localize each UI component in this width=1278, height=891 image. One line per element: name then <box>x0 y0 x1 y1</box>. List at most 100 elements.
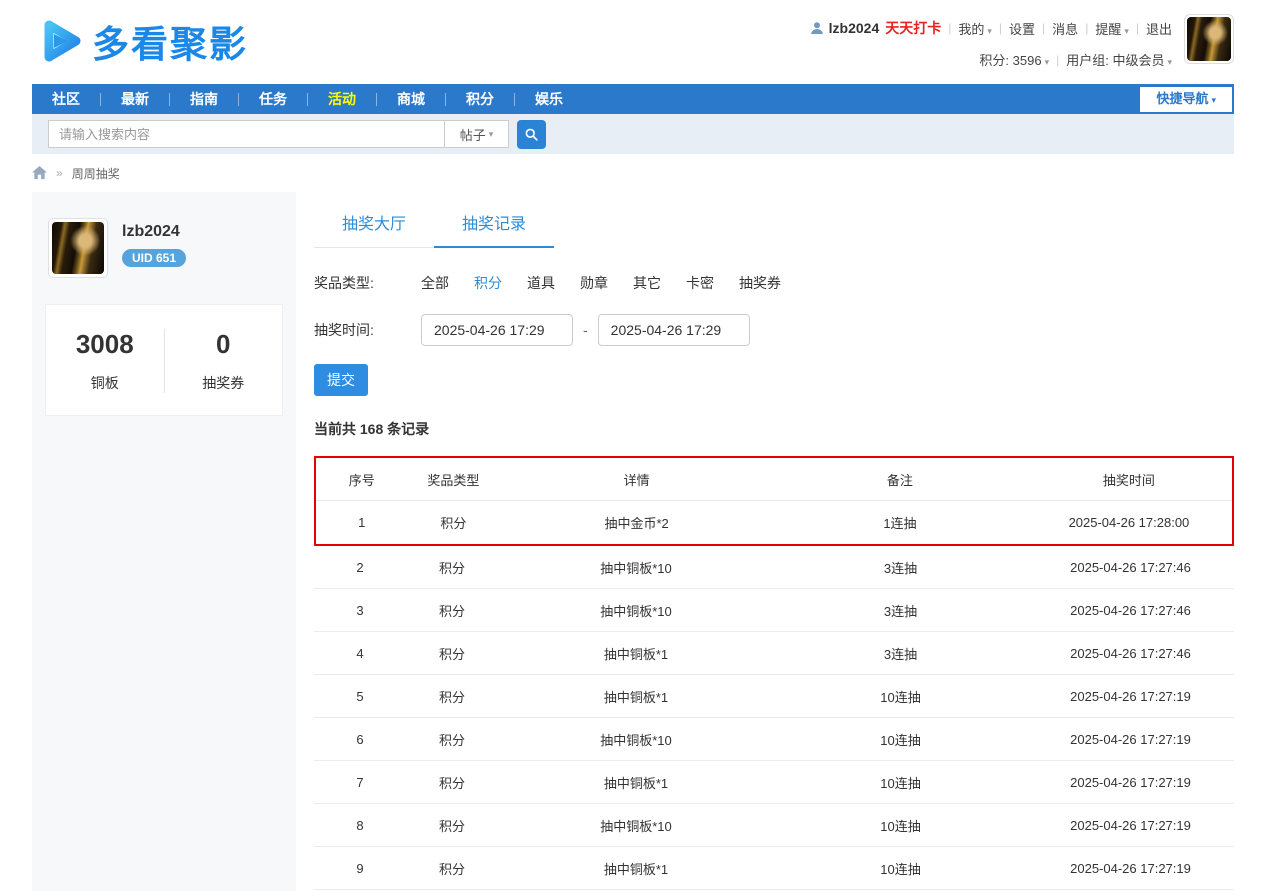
user-icon <box>810 21 824 35</box>
stats-card: 3008 铜板 0 抽奖券 <box>45 304 283 416</box>
filter-option-cardkey[interactable]: 卡密 <box>686 273 714 293</box>
table-row: 6积分抽中铜板*1010连抽2025-04-26 17:27:19 <box>314 718 1234 761</box>
cell: 2025-04-26 17:27:46 <box>1027 560 1234 575</box>
table-header-detail: 详情 <box>499 470 774 489</box>
nav-item-mall[interactable]: 商城 <box>377 84 445 114</box>
main-navbar: 社区最新指南任务活动商城积分娱乐 快捷导航▾ <box>32 84 1234 114</box>
chevron-down-icon: ▾ <box>1167 57 1172 67</box>
submit-button[interactable]: 提交 <box>314 364 368 396</box>
cell: 10连抽 <box>774 730 1027 749</box>
profile-info: lzb2024 UID 651 <box>122 218 186 278</box>
cell: 2025-04-26 17:27:19 <box>1027 861 1234 876</box>
chevron-down-icon: ▾ <box>1211 95 1216 105</box>
cell: 抽中铜板*10 <box>498 816 774 835</box>
menu-item-messages[interactable]: 消息 <box>1052 19 1078 38</box>
logo-text: 多看聚影 <box>92 14 248 68</box>
tabs: 抽奖大厅 抽奖记录 <box>314 204 554 248</box>
filter-option-medals[interactable]: 勋章 <box>580 273 608 293</box>
nav-item-credits[interactable]: 积分 <box>446 84 514 114</box>
sidebar-avatar[interactable] <box>48 218 108 278</box>
cell: 2025-04-26 17:28:00 <box>1026 515 1232 530</box>
table-header-index: 序号 <box>316 470 408 489</box>
menu-item-settings[interactable]: 设置 <box>1009 19 1035 38</box>
usergroup-dropdown[interactable]: 用户组: 中级会员▾ <box>1066 50 1172 69</box>
table-row: 8积分抽中铜板*1010连抽2025-04-26 17:27:19 <box>314 804 1234 847</box>
filter-option-all[interactable]: 全部 <box>421 273 449 293</box>
cell: 积分 <box>408 513 500 532</box>
nav-item-community[interactable]: 社区 <box>32 84 100 114</box>
cell: 2025-04-26 17:27:19 <box>1027 732 1234 747</box>
table-header-row: 序号奖品类型详情备注抽奖时间 <box>316 458 1232 501</box>
nav-items: 社区最新指南任务活动商城积分娱乐 <box>32 84 583 114</box>
draw-time-filter: 抽奖时间: - <box>314 314 1234 346</box>
header-avatar[interactable] <box>1184 14 1234 64</box>
usergroup-value: 用户组: 中级会员 <box>1066 53 1164 68</box>
cell: 抽中铜板*10 <box>498 601 774 620</box>
table-row: 1积分抽中金币*21连抽2025-04-26 17:28:00 <box>316 501 1232 544</box>
site-header: 多看聚影 lzb2024 天天打卡 | 我的▾ | 设置 | 消息 | 提醒▾ | 退出 积分: … <box>32 0 1234 84</box>
cell: 2025-04-26 17:27:19 <box>1027 775 1234 790</box>
cell: 7 <box>314 775 406 790</box>
username-link[interactable]: lzb2024 <box>829 20 880 36</box>
tab-lottery-records[interactable]: 抽奖记录 <box>434 204 554 247</box>
cell: 6 <box>314 732 406 747</box>
credits-dropdown[interactable]: 积分: 3596▾ <box>979 50 1049 69</box>
prize-type-label: 奖品类型: <box>314 273 421 293</box>
cell: 2025-04-26 17:27:46 <box>1027 646 1234 661</box>
cell: 3连抽 <box>774 558 1027 577</box>
menu-divider: | <box>948 21 951 35</box>
time-to-input[interactable] <box>598 314 750 346</box>
user-meta: 积分: 3596▾ | 用户组: 中级会员▾ <box>810 50 1172 69</box>
menu-divider: | <box>1136 21 1139 35</box>
cell: 积分 <box>406 687 498 706</box>
menu-item-notifications[interactable]: 提醒▾ <box>1095 19 1129 38</box>
site-logo[interactable]: 多看聚影 <box>32 13 248 69</box>
cell: 4 <box>314 646 406 661</box>
filter-option-props[interactable]: 道具 <box>527 273 555 293</box>
menu-item-logout[interactable]: 退出 <box>1146 19 1172 38</box>
divider: | <box>1056 53 1059 67</box>
cell: 抽中铜板*1 <box>498 687 774 706</box>
nav-item-latest[interactable]: 最新 <box>101 84 169 114</box>
draw-time-label: 抽奖时间: <box>314 320 421 340</box>
cell: 8 <box>314 818 406 833</box>
filter-option-other[interactable]: 其它 <box>633 273 661 293</box>
chevron-down-icon: ▾ <box>987 26 992 36</box>
menu-divider: | <box>1042 21 1045 35</box>
cell: 1 <box>316 515 408 530</box>
sidebar-username: lzb2024 <box>122 223 186 241</box>
menu-item-mine[interactable]: 我的▾ <box>958 19 992 38</box>
table-body: 2积分抽中铜板*103连抽2025-04-26 17:27:463积分抽中铜板*… <box>314 546 1234 891</box>
search-scope-dropdown[interactable]: 帖子▾ <box>444 120 509 148</box>
filter-option-credits[interactable]: 积分 <box>474 273 502 293</box>
cell: 抽中铜板*10 <box>498 730 774 749</box>
quick-nav-button[interactable]: 快捷导航▾ <box>1140 87 1232 112</box>
main-panel: 抽奖大厅 抽奖记录 奖品类型: 全部积分道具勋章其它卡密抽奖券 抽奖时间: - … <box>296 192 1234 891</box>
search-input[interactable] <box>48 120 444 148</box>
cell: 10连抽 <box>774 859 1027 878</box>
nav-item-entertainment[interactable]: 娱乐 <box>515 84 583 114</box>
cell: 2 <box>314 560 406 575</box>
user-panel: lzb2024 天天打卡 | 我的▾ | 设置 | 消息 | 提醒▾ | 退出 积分: 3596▾… <box>810 14 1234 69</box>
cell: 积分 <box>406 816 498 835</box>
stat-value: 3008 <box>46 329 164 360</box>
menu-divider: | <box>999 21 1002 35</box>
profile-sidebar: lzb2024 UID 651 3008 铜板 0 抽奖券 <box>32 192 296 891</box>
tab-lottery-hall[interactable]: 抽奖大厅 <box>314 204 434 247</box>
cell: 10连抽 <box>774 687 1027 706</box>
cell: 积分 <box>406 859 498 878</box>
table-header-note: 备注 <box>774 470 1026 489</box>
daily-checkin-link[interactable]: 天天打卡 <box>885 18 941 38</box>
home-icon[interactable] <box>32 166 47 180</box>
table-row: 7积分抽中铜板*110连抽2025-04-26 17:27:19 <box>314 761 1234 804</box>
time-from-input[interactable] <box>421 314 573 346</box>
search-button[interactable] <box>517 120 546 149</box>
nav-item-guide[interactable]: 指南 <box>170 84 238 114</box>
menu-divider: | <box>1085 21 1088 35</box>
cell: 3连抽 <box>774 601 1027 620</box>
prize-type-filter: 奖品类型: 全部 积分 道具 勋章 其它 卡密 抽奖券 <box>314 273 1234 293</box>
cell: 3连抽 <box>774 644 1027 663</box>
nav-item-activity[interactable]: 活动 <box>308 84 376 114</box>
filter-option-ticket[interactable]: 抽奖券 <box>739 273 781 293</box>
nav-item-tasks[interactable]: 任务 <box>239 84 307 114</box>
